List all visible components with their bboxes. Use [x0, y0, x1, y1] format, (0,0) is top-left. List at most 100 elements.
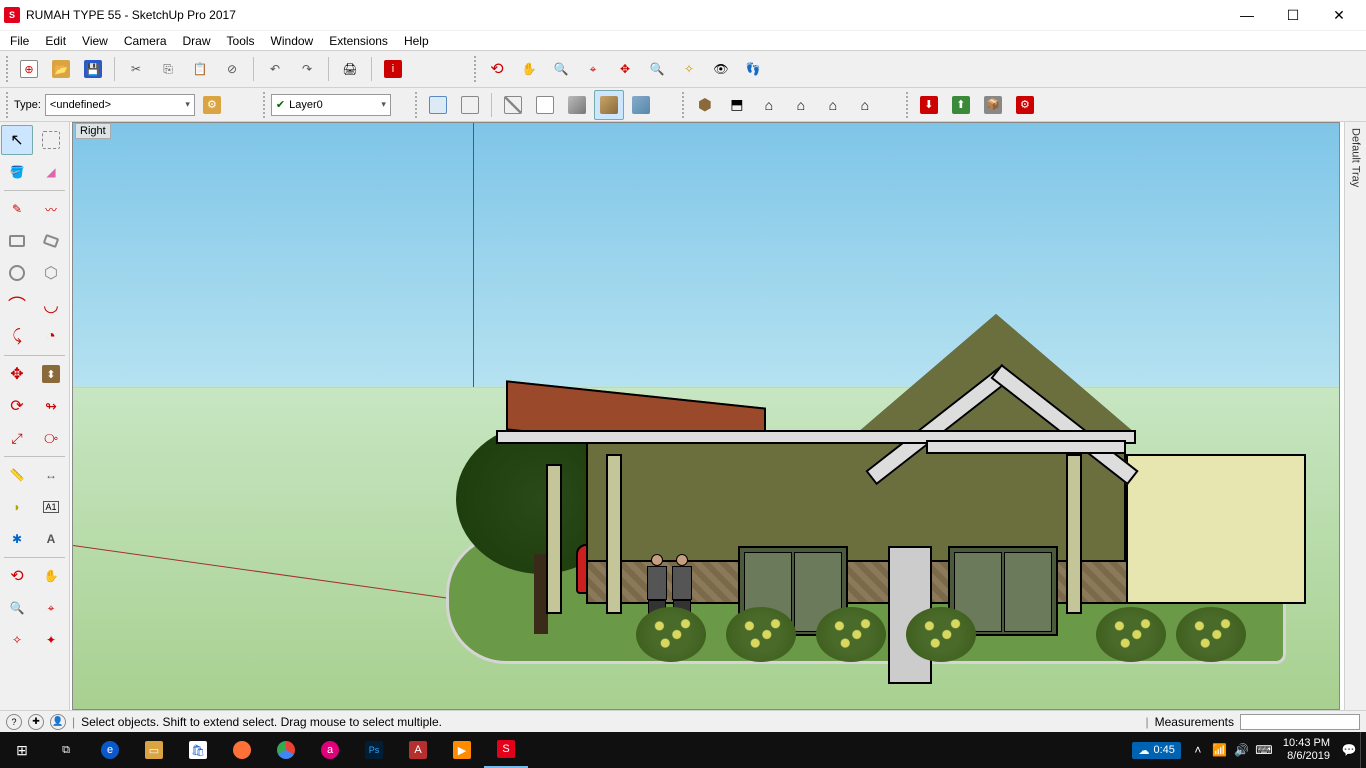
paint-bucket-tool[interactable]: 🪣 [1, 157, 33, 187]
component-options-button[interactable]: ⚙ [197, 90, 227, 120]
minimize-button[interactable]: ― [1224, 0, 1270, 30]
toolbar-grip[interactable] [263, 92, 267, 118]
zoom-window-button[interactable]: ⌖ [578, 54, 608, 84]
circle-tool[interactable] [1, 258, 33, 288]
menu-extensions[interactable]: Extensions [321, 32, 396, 50]
move-tool[interactable]: ✥ [1, 359, 33, 389]
taskbar-clock[interactable]: 10:43 PM 8/6/2019 [1275, 737, 1338, 763]
menu-tools[interactable]: Tools [219, 32, 263, 50]
toolbar-grip[interactable] [6, 56, 10, 82]
toolbar-grip[interactable] [415, 92, 419, 118]
view-top-button[interactable]: ⬒ [722, 90, 752, 120]
3point-arc-tool[interactable]: ⤹ [1, 322, 33, 352]
taskbar-weather[interactable]: ☁ 0:45 [1132, 742, 1180, 759]
open-file-button[interactable]: 📂 [46, 54, 76, 84]
signin-button[interactable]: 👤 [50, 714, 66, 730]
position-camera-tool[interactable]: ✧ [1, 625, 33, 655]
style-shaded-textures-button[interactable] [594, 90, 624, 120]
cut-button[interactable]: ✂ [121, 54, 151, 84]
view-iso-button[interactable]: ⬢ [690, 90, 720, 120]
toolbar-grip[interactable] [682, 92, 686, 118]
style-xray-button[interactable] [423, 90, 453, 120]
zoom-button[interactable]: 🔍 [546, 54, 576, 84]
menu-help[interactable]: Help [396, 32, 437, 50]
new-file-button[interactable]: ⊕ [14, 54, 44, 84]
menu-view[interactable]: View [74, 32, 116, 50]
chrome-taskbar-icon[interactable] [264, 732, 308, 768]
edge-taskbar-icon[interactable]: e [88, 732, 132, 768]
show-desktop-button[interactable] [1360, 732, 1366, 768]
tape-measure-tool[interactable]: 📏 [1, 460, 33, 490]
2point-arc-tool[interactable]: ◡ [35, 290, 67, 320]
section-plane-tool[interactable]: ✦ [35, 625, 67, 655]
warehouse-components-button[interactable]: 📦 [978, 90, 1008, 120]
geolocation-button[interactable]: ? [6, 714, 22, 730]
pan-button[interactable]: ✋ [514, 54, 544, 84]
autocad-taskbar-icon[interactable]: A [396, 732, 440, 768]
app-taskbar-icon[interactable]: a [308, 732, 352, 768]
tray-chevron-icon[interactable]: ˄ [1187, 743, 1209, 757]
view-front-button[interactable]: ⌂ [754, 90, 784, 120]
model-info-button[interactable]: i [378, 54, 408, 84]
look-around-button[interactable]: 👁 [706, 54, 736, 84]
language-icon[interactable]: ⌨ [1253, 743, 1275, 757]
paste-button[interactable]: 📋 [185, 54, 215, 84]
save-file-button[interactable]: 💾 [78, 54, 108, 84]
menu-draw[interactable]: Draw [175, 32, 219, 50]
dimension-tool[interactable]: ↔ [35, 460, 67, 490]
toolbar-grip[interactable] [906, 92, 910, 118]
followme-tool[interactable]: ↬ [35, 391, 67, 421]
scale-tool[interactable]: ⤢ [1, 423, 33, 453]
eraser-tool[interactable]: ◢ [35, 157, 67, 187]
menu-camera[interactable]: Camera [116, 32, 175, 50]
style-backedges-button[interactable] [455, 90, 485, 120]
pan-tool[interactable]: ✋ [35, 561, 67, 591]
maximize-button[interactable]: ☐ [1270, 0, 1316, 30]
offset-tool[interactable]: ⧂ [35, 423, 67, 453]
photoshop-taskbar-icon[interactable]: Ps [352, 732, 396, 768]
zoom-extents-tool[interactable]: ⌖ [35, 593, 67, 623]
previous-view-button[interactable]: 🔍 [642, 54, 672, 84]
menu-edit[interactable]: Edit [37, 32, 74, 50]
pie-tool[interactable]: ◔ [35, 322, 67, 352]
view-right-button[interactable]: ⌂ [786, 90, 816, 120]
text-tool[interactable]: A1 [35, 492, 67, 522]
position-camera-button[interactable]: ✧ [674, 54, 704, 84]
axes-tool[interactable]: ✱ [1, 524, 33, 554]
walk-button[interactable]: 👣 [738, 54, 768, 84]
view-back-button[interactable]: ⌂ [818, 90, 848, 120]
zoom-tool[interactable]: 🔍 [1, 593, 33, 623]
warehouse-get-button[interactable]: ⬇ [914, 90, 944, 120]
store-taskbar-icon[interactable]: 🛍 [176, 732, 220, 768]
menu-window[interactable]: Window [263, 32, 322, 50]
volume-icon[interactable]: 🔊 [1231, 743, 1253, 757]
erase-button[interactable]: ⊘ [217, 54, 247, 84]
undo-button[interactable]: ↶ [260, 54, 290, 84]
rectangle-tool[interactable] [1, 226, 33, 256]
view-left-button[interactable]: ⌂ [850, 90, 880, 120]
extension-warehouse-button[interactable]: ⚙ [1010, 90, 1040, 120]
copy-button[interactable]: ⎘ [153, 54, 183, 84]
menu-file[interactable]: File [2, 32, 37, 50]
style-shaded-button[interactable] [562, 90, 592, 120]
firefox-taskbar-icon[interactable] [220, 732, 264, 768]
style-monochrome-button[interactable] [626, 90, 656, 120]
toolbar-grip[interactable] [6, 92, 10, 118]
line-tool[interactable]: ✎ [1, 194, 33, 224]
type-dropdown[interactable]: <undefined> ▾ [45, 94, 195, 116]
rotate-tool[interactable]: ⟳ [1, 391, 33, 421]
close-button[interactable]: ✕ [1316, 0, 1362, 30]
measurements-input[interactable] [1240, 714, 1360, 730]
zoom-extents-button[interactable]: ✥ [610, 54, 640, 84]
3d-text-tool[interactable]: A [35, 524, 67, 554]
redo-button[interactable]: ↷ [292, 54, 322, 84]
arc-tool[interactable]: ⌒ [1, 290, 33, 320]
print-button[interactable]: 🖨 [335, 54, 365, 84]
mediaplayer-taskbar-icon[interactable]: ▶ [440, 732, 484, 768]
orbit-button[interactable]: ⟲ [482, 54, 512, 84]
style-hiddenline-button[interactable] [530, 90, 560, 120]
style-wireframe-button[interactable] [498, 90, 528, 120]
select-tool[interactable]: ↖ [1, 125, 33, 155]
orbit-tool[interactable]: ⟲ [1, 561, 33, 591]
freehand-tool[interactable]: 〰 [35, 194, 67, 224]
